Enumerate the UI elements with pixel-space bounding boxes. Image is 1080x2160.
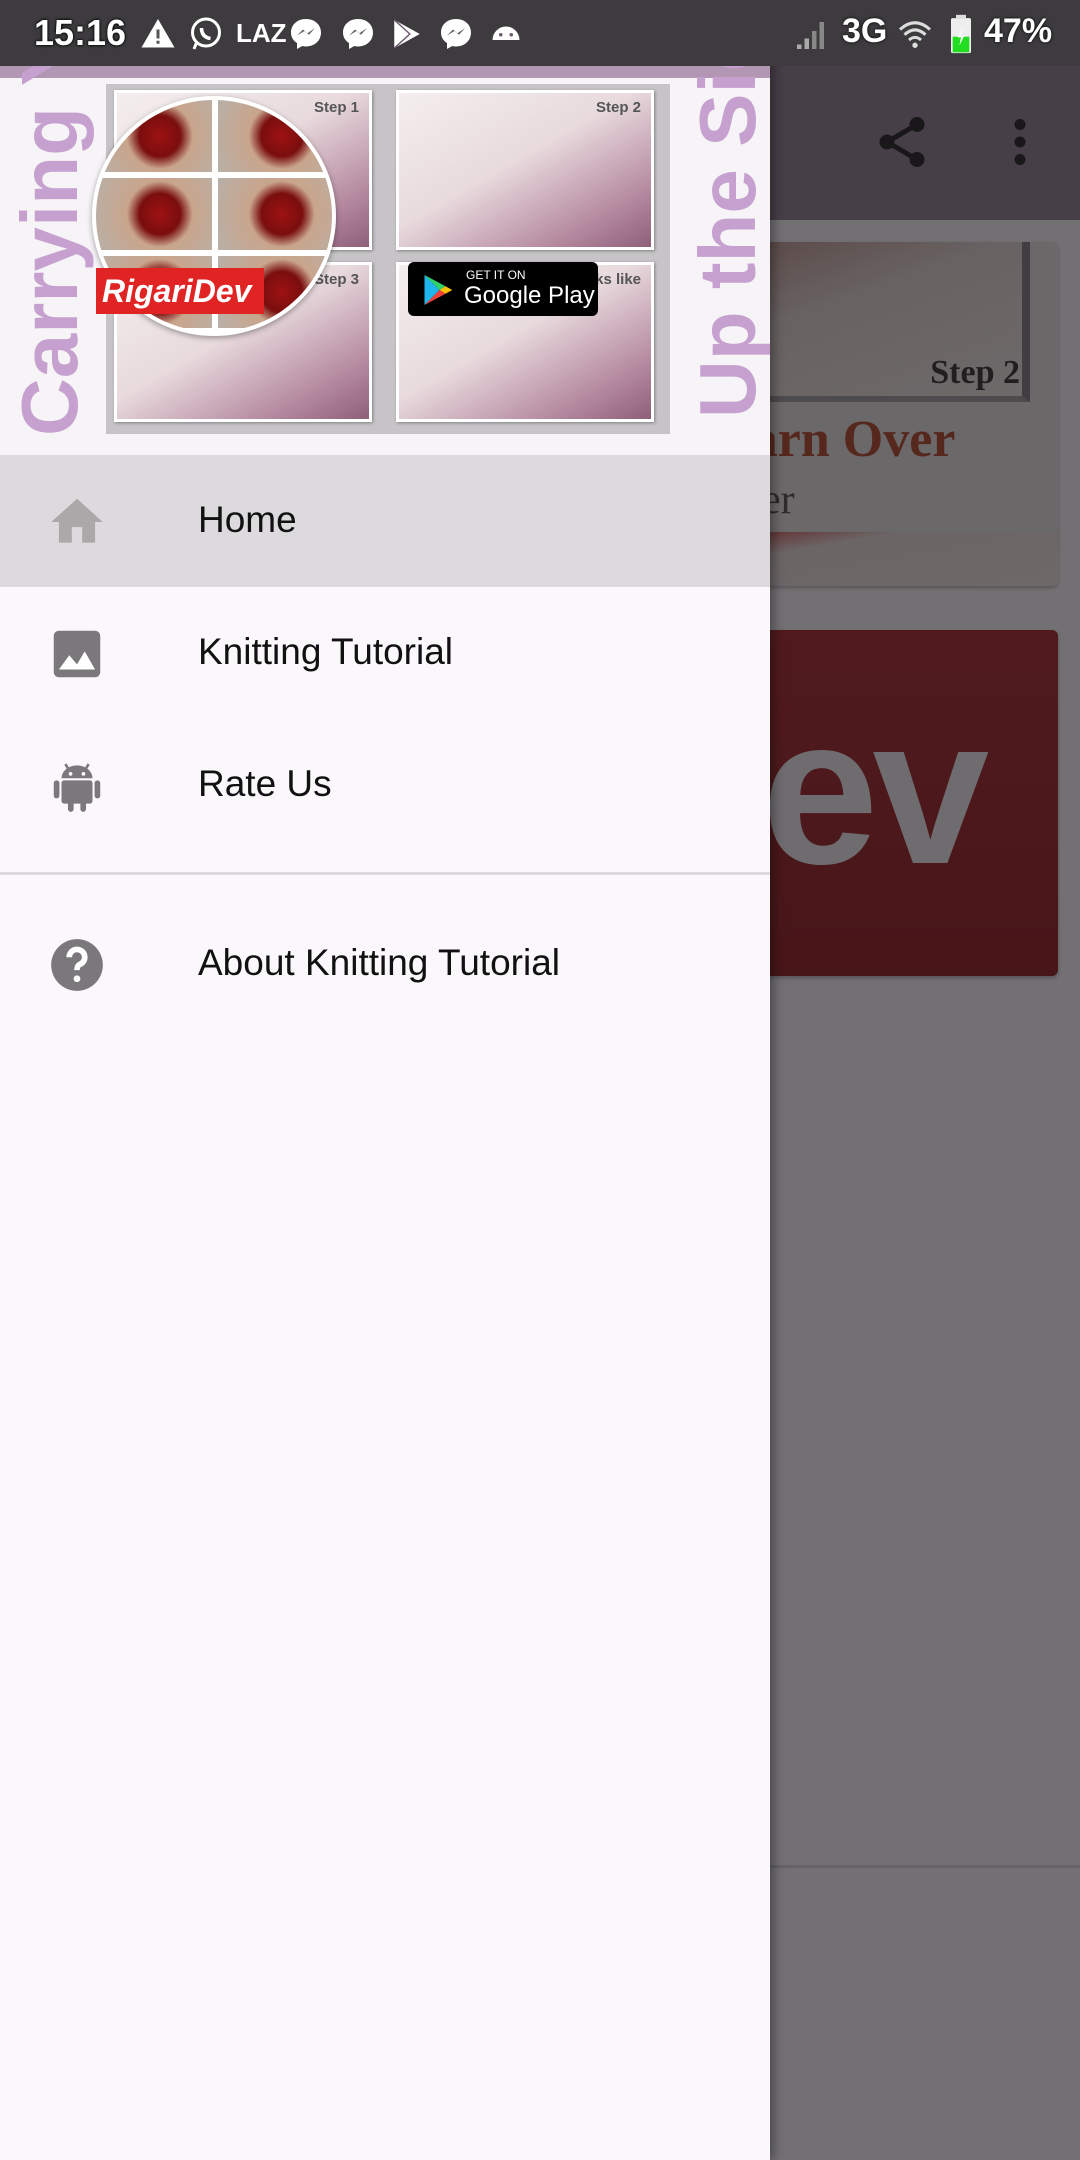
drawer-item-about[interactable]: About Knitting Tutorial bbox=[0, 898, 770, 1030]
brand-badge: RigariDev bbox=[96, 268, 264, 314]
badge-line2: Google Play bbox=[464, 282, 595, 309]
play-store-icon bbox=[393, 19, 420, 49]
drawer-item-knitting-tutorial[interactable]: Knitting Tutorial bbox=[0, 587, 770, 719]
whatsapp-icon bbox=[191, 17, 221, 50]
drawer-divider bbox=[0, 872, 770, 875]
navigation-drawer: FREE Knitting Tutorial! From Creative Kn… bbox=[0, 0, 770, 2160]
messenger-icon bbox=[441, 19, 471, 49]
messenger-icon bbox=[291, 19, 321, 49]
help-icon bbox=[51, 939, 103, 991]
status-time: 15:16 bbox=[34, 12, 127, 53]
android-icon bbox=[492, 26, 520, 40]
google-play-icon bbox=[424, 275, 453, 305]
wifi-icon bbox=[898, 21, 932, 48]
drawer-header: FREE Knitting Tutorial! From Creative Kn… bbox=[0, 0, 770, 455]
network-type: 3G bbox=[842, 12, 888, 50]
warning-icon bbox=[141, 19, 175, 48]
battery-icon bbox=[951, 14, 971, 54]
drawer-item-label: Knitting Tutorial bbox=[198, 631, 454, 672]
logo-photo bbox=[218, 178, 332, 250]
drawer-item-label: Rate Us bbox=[198, 763, 332, 804]
drawer-item-rate-us[interactable]: Rate Us bbox=[0, 719, 770, 851]
step-photo: Step 2 bbox=[396, 90, 654, 250]
google-play-badge[interactable]: GET IT ON Google Play bbox=[408, 262, 598, 316]
image-icon bbox=[53, 630, 101, 678]
step-label: Step 2 bbox=[595, 99, 641, 116]
home-icon bbox=[51, 498, 103, 543]
screen: Step 2 Yarn Over etter Dev 15:16 LAZ 3G … bbox=[0, 0, 1080, 2160]
logo-photo bbox=[96, 100, 212, 172]
badge-line1: GET IT ON bbox=[466, 268, 526, 282]
drawer-item-label: Home bbox=[198, 499, 297, 540]
logo-photo bbox=[96, 178, 212, 250]
logo-photo bbox=[218, 100, 332, 172]
messenger-icon bbox=[343, 19, 373, 49]
drawer-item-label: About Knitting Tutorial bbox=[198, 942, 560, 983]
banner-strip bbox=[0, 66, 770, 78]
signal-icon bbox=[797, 22, 824, 49]
laz-icon: LAZ bbox=[236, 18, 287, 48]
status-bar: 15:16 LAZ 3G 47% bbox=[0, 0, 1080, 66]
android-icon bbox=[53, 763, 101, 812]
drawer-item-home[interactable]: Home bbox=[0, 455, 770, 587]
battery-percent: 47% bbox=[984, 12, 1053, 50]
